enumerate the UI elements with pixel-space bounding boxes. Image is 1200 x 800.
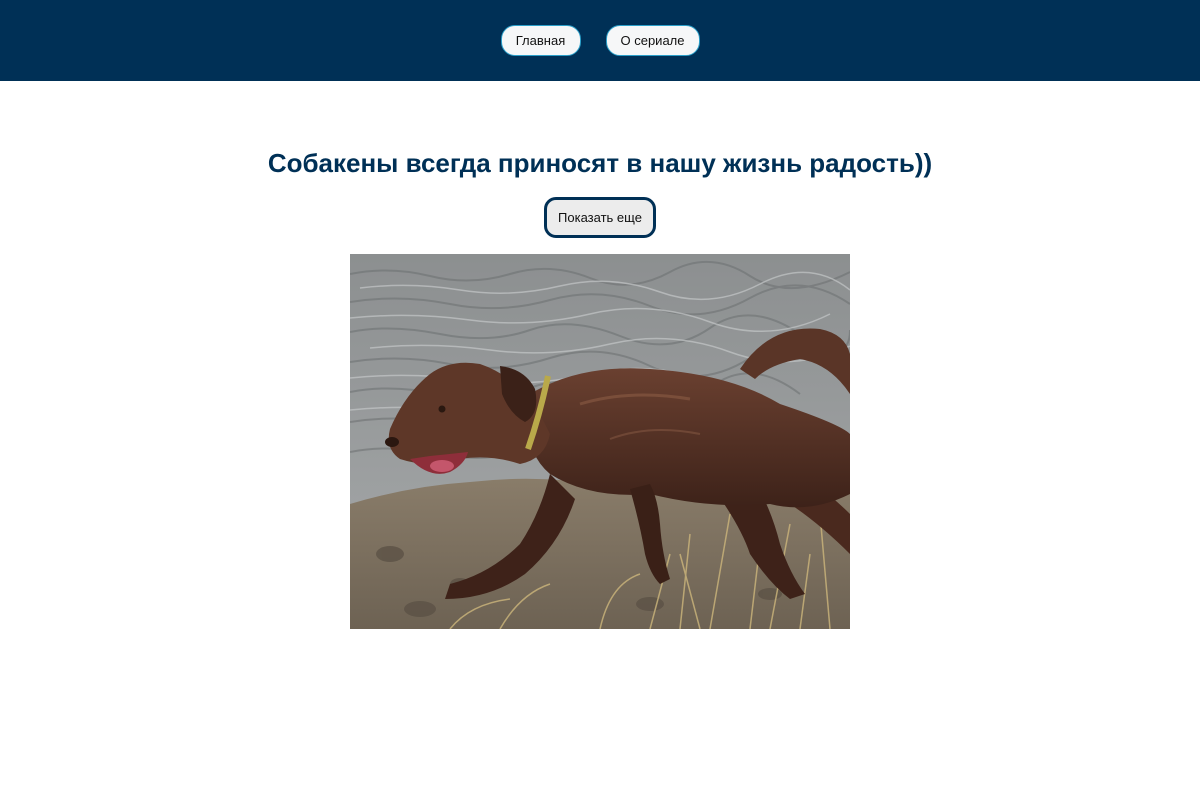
nav-about-series-button[interactable]: О сериале: [605, 25, 700, 56]
nav-home-button[interactable]: Главная: [500, 25, 581, 56]
page-title: Собакены всегда приносят в нашу жизнь ра…: [267, 148, 933, 178]
top-navigation-bar: Главная О сериале: [0, 0, 1200, 81]
dog-photo: [350, 254, 850, 629]
show-more-button[interactable]: Показать еще: [544, 197, 656, 238]
